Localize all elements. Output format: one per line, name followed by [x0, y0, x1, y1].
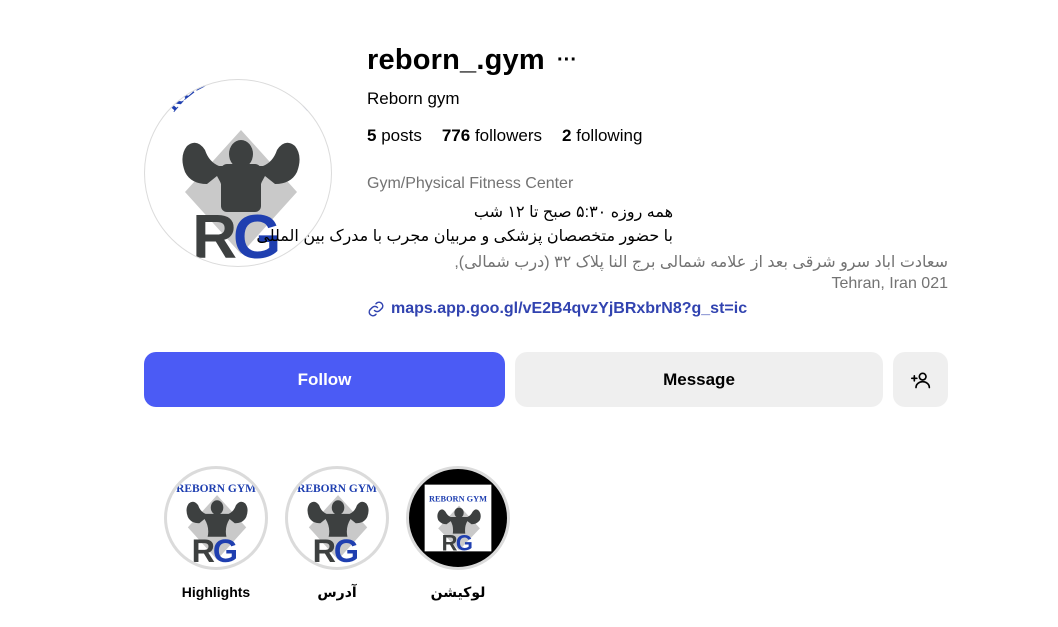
follow-button[interactable]: Follow — [144, 352, 505, 407]
highlight-item-highlights[interactable]: REBORN GYM R G Highlights — [163, 466, 269, 600]
highlight-cover: REBORN GYM R G — [285, 466, 389, 570]
svg-text:G: G — [213, 533, 238, 567]
svg-text:R: R — [442, 530, 458, 555]
highlight-cover: REBORN GYM R G — [406, 466, 510, 570]
address-line-city: Tehran, Iran 021 — [831, 275, 948, 292]
following-label: following — [576, 126, 643, 145]
add-person-icon — [910, 372, 930, 388]
logo-arc-text: REBORN GYM — [176, 483, 256, 495]
profile-username: reborn_.gym — [367, 44, 545, 76]
highlight-item-address[interactable]: REBORN GYM R G آدرس — [284, 466, 390, 601]
posts-stat[interactable]: 5 posts — [367, 126, 422, 146]
posts-count: 5 — [367, 126, 377, 145]
logo-arc-text: REBORN GYM — [159, 80, 321, 116]
svg-text:G: G — [334, 533, 359, 567]
profile-stats: 5 posts 776 followers 2 following — [367, 126, 642, 146]
more-options-icon[interactable]: ··· — [557, 50, 577, 70]
highlight-item-location[interactable]: REBORN GYM R G لوکیشن — [405, 466, 511, 601]
svg-text:R: R — [192, 203, 237, 267]
followers-stat[interactable]: 776 followers — [442, 126, 542, 146]
logo-arc-text: REBORN GYM — [429, 494, 487, 503]
svg-text:R: R — [192, 533, 215, 567]
profile-external-link[interactable]: maps.app.goo.gl/vE2B4qvzYjBRxbrN8?g_st=i… — [367, 300, 747, 318]
followers-label: followers — [474, 126, 543, 145]
bio-line-description: با حضور متخصصان پزشکی و مربیان مجرب با م… — [256, 228, 673, 245]
logo-arc-text: REBORN GYM — [297, 483, 377, 495]
highlight-label: Highlights — [181, 584, 251, 600]
profile-full-name: Reborn gym — [367, 89, 460, 108]
bio-line-hours: همه روزه ۵:۳۰ صبح تا ۱۲ شب — [473, 204, 673, 221]
reborn-gym-logo: REBORN GYM R G — [424, 484, 492, 555]
reborn-gym-logo: REBORN GYM R G — [297, 483, 377, 567]
profile-category: Gym/Physical Fitness Center — [367, 175, 574, 192]
profile-link-text: maps.app.goo.gl/vE2B4qvzYjBRxbrN8?g_st=i… — [391, 300, 748, 317]
highlight-cover: REBORN GYM R G — [164, 466, 268, 570]
followers-count: 776 — [441, 126, 471, 145]
message-button[interactable]: Message — [515, 352, 883, 407]
address-line-street: سعادت اباد سرو شرقی بعد از علامه شمالی ب… — [454, 254, 948, 271]
highlight-label: آدرس — [317, 584, 357, 600]
posts-label: posts — [381, 126, 422, 145]
suggest-users-button[interactable] — [893, 352, 948, 407]
highlight-label: لوکیشن — [430, 584, 486, 600]
svg-text:G: G — [456, 530, 473, 555]
svg-text:REBORN GYM: REBORN GYM — [159, 80, 322, 116]
following-count: 2 — [562, 126, 572, 145]
svg-text:R: R — [313, 533, 336, 567]
link-icon — [368, 301, 384, 317]
following-stat[interactable]: 2 following — [562, 126, 642, 146]
reborn-gym-logo: REBORN GYM R G — [176, 483, 256, 567]
